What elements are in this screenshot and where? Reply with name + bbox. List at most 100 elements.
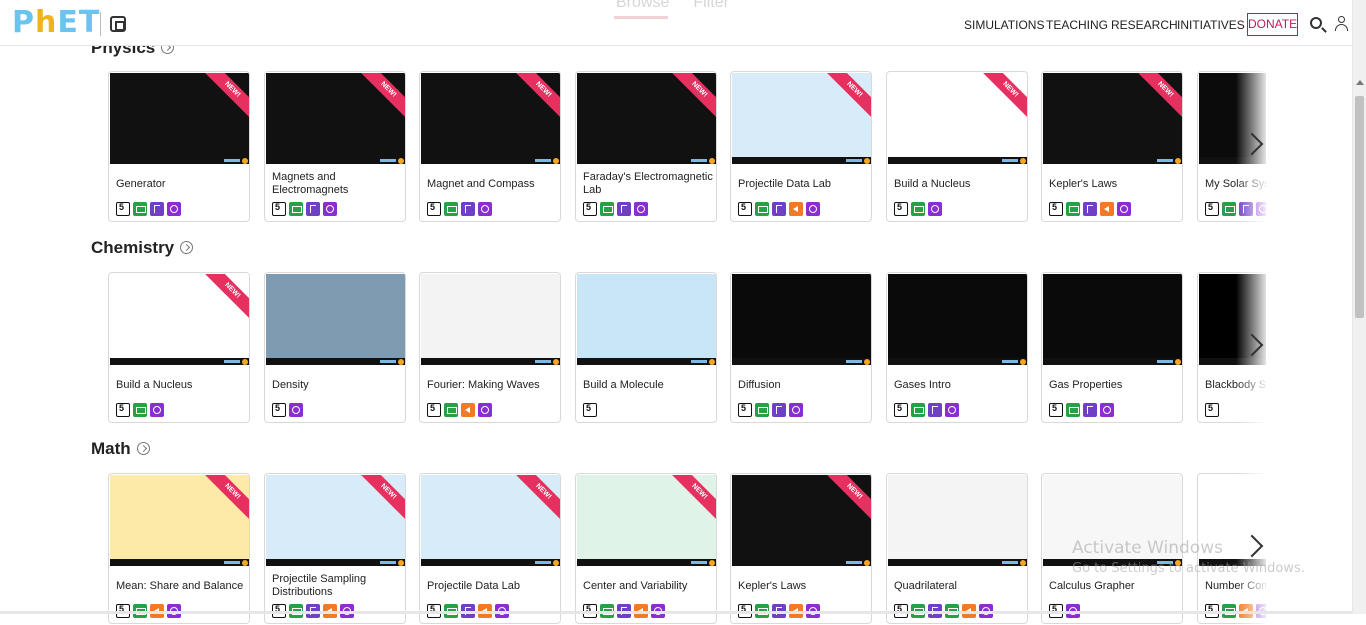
sim-card[interactable]: Gases Intro [886, 272, 1028, 423]
sim-title[interactable]: Mean: Share and Balance [116, 580, 246, 593]
sim-thumbnail[interactable]: NEW! [421, 475, 560, 566]
section-arrow-icon[interactable] [136, 442, 150, 455]
scroll-up-arrow-icon[interactable] [1356, 80, 1364, 85]
user-icon[interactable] [1335, 16, 1348, 31]
search-icon[interactable] [1310, 17, 1322, 29]
section-title-math[interactable]: Math [91, 439, 150, 459]
sim-card[interactable]: Fourier: Making Waves [419, 272, 561, 423]
external-site-icon[interactable] [110, 16, 126, 32]
sim-card[interactable]: NEW! Kepler's Laws [1041, 71, 1183, 222]
tab-browse[interactable]: Browse [616, 0, 669, 11]
carousel-next-chevron-icon[interactable] [1250, 333, 1264, 357]
sim-thumbnail[interactable]: NEW! [577, 73, 716, 164]
sim-thumbnail[interactable] [732, 274, 871, 365]
sim-title[interactable]: Projectile Data Lab [427, 580, 557, 593]
html5-icon [427, 202, 441, 216]
page-scrollbar[interactable] [1352, 0, 1366, 614]
sim-thumbnail[interactable] [888, 475, 1027, 566]
thumbnail-navbar [110, 559, 249, 566]
sim-card[interactable]: Density [264, 272, 406, 423]
sim-card[interactable]: NEW! Kepler's Laws [730, 473, 872, 624]
sim-thumbnail[interactable]: NEW! [266, 475, 405, 566]
sim-title[interactable]: Magnet and Compass [427, 178, 557, 191]
tab-filter[interactable]: Filter [693, 0, 729, 11]
keyboard-icon [289, 202, 303, 216]
sim-card[interactable]: NEW! Center and Variability [575, 473, 717, 624]
html5-icon [116, 202, 130, 216]
sim-title[interactable]: Diffusion [738, 379, 868, 392]
sim-title[interactable]: Density [272, 379, 402, 392]
sim-title[interactable]: Magnets and Electromagnets [272, 171, 402, 197]
sim-thumbnail[interactable]: NEW! [732, 73, 871, 164]
section-arrow-icon[interactable] [180, 241, 194, 254]
nav-research[interactable]: RESEARCH [1111, 18, 1178, 32]
watermark-line1: Activate Windows [1072, 538, 1223, 558]
sim-card[interactable]: NEW! Build a Nucleus [886, 71, 1028, 222]
thumbnail-navbar [732, 157, 871, 164]
sim-card[interactable]: NEW! Generator [108, 71, 250, 222]
sim-card[interactable]: Quadrilateral [886, 473, 1028, 624]
sim-card[interactable]: NEW! Build a Nucleus [108, 272, 250, 423]
zoom-icon [478, 403, 492, 417]
phet-logo[interactable]: PhET [12, 8, 100, 38]
sim-card[interactable]: NEW! Mean: Share and Balance [108, 473, 250, 624]
sim-card[interactable]: NEW! Projectile Data Lab [730, 71, 872, 222]
nav-initiatives[interactable]: INITIATIVES [1177, 18, 1245, 32]
carousel-next-chevron-icon[interactable] [1250, 132, 1264, 156]
sim-thumbnail[interactable] [266, 274, 405, 365]
sim-thumbnail[interactable] [888, 274, 1027, 365]
sim-title[interactable]: Faraday's Electromagnetic Lab [583, 171, 713, 197]
sim-thumbnail[interactable] [577, 274, 716, 365]
sim-thumbnail[interactable]: NEW! [110, 475, 249, 566]
section-title-chemistry[interactable]: Chemistry [91, 238, 194, 258]
feature-icons [272, 403, 306, 417]
tab-active-underline [614, 16, 668, 19]
keyboard-icon [911, 202, 925, 216]
sim-title[interactable]: Generator [116, 178, 246, 191]
sim-title[interactable]: Calculus Grapher [1049, 580, 1179, 593]
feature-icons [116, 403, 167, 417]
sim-title[interactable]: Gases Intro [894, 379, 1024, 392]
new-ribbon: NEW! [512, 73, 560, 121]
sim-thumbnail[interactable]: NEW! [888, 73, 1027, 164]
html5-icon [116, 403, 130, 417]
sim-card[interactable]: Gas Properties [1041, 272, 1183, 423]
sim-card[interactable]: Build a Molecule [575, 272, 717, 423]
sim-title[interactable]: Build a Nucleus [894, 178, 1024, 191]
sim-thumbnail[interactable]: NEW! [1043, 73, 1182, 164]
sim-thumbnail[interactable]: NEW! [110, 73, 249, 164]
sim-thumbnail[interactable]: NEW! [732, 475, 871, 566]
sim-thumbnail[interactable]: NEW! [421, 73, 560, 164]
sim-card[interactable]: NEW! Projectile Sampling Distributions [264, 473, 406, 624]
sim-thumbnail[interactable]: NEW! [266, 73, 405, 164]
sim-card[interactable]: NEW! Faraday's Electromagnetic Lab [575, 71, 717, 222]
phet-menu-icon [1175, 359, 1181, 365]
sim-card[interactable]: Diffusion [730, 272, 872, 423]
sim-title[interactable]: Build a Molecule [583, 379, 713, 392]
keyboard-icon [444, 403, 458, 417]
sim-title[interactable]: Quadrilateral [894, 580, 1024, 593]
nav-teaching[interactable]: TEACHING [1046, 18, 1108, 32]
sim-title[interactable]: Gas Properties [1049, 379, 1179, 392]
sim-title[interactable]: Build a Nucleus [116, 379, 246, 392]
sim-title[interactable]: Kepler's Laws [1049, 178, 1179, 191]
sim-thumbnail[interactable] [1043, 274, 1182, 365]
new-ribbon: NEW! [823, 475, 871, 523]
sim-card[interactable]: NEW! Projectile Data Lab [419, 473, 561, 624]
sim-card[interactable]: NEW! Magnet and Compass [419, 71, 561, 222]
sim-title[interactable]: Projectile Data Lab [738, 178, 868, 191]
nav-simulations[interactable]: SIMULATIONS [964, 18, 1044, 32]
sim-title[interactable]: Projectile Sampling Distributions [272, 573, 402, 599]
sim-title[interactable]: Center and Variability [583, 580, 713, 593]
sim-thumbnail[interactable] [421, 274, 560, 365]
scrollbar-thumb[interactable] [1355, 96, 1364, 318]
sound-icon [789, 202, 803, 216]
sim-thumbnail[interactable]: NEW! [110, 274, 249, 365]
sim-card[interactable]: NEW! Magnets and Electromagnets [264, 71, 406, 222]
html5-icon [583, 202, 597, 216]
sim-title[interactable]: Kepler's Laws [738, 580, 868, 593]
sim-thumbnail[interactable]: NEW! [577, 475, 716, 566]
sim-title[interactable]: Fourier: Making Waves [427, 379, 557, 392]
feature-icons [427, 403, 495, 417]
donate-button[interactable]: DONATE [1247, 13, 1298, 36]
